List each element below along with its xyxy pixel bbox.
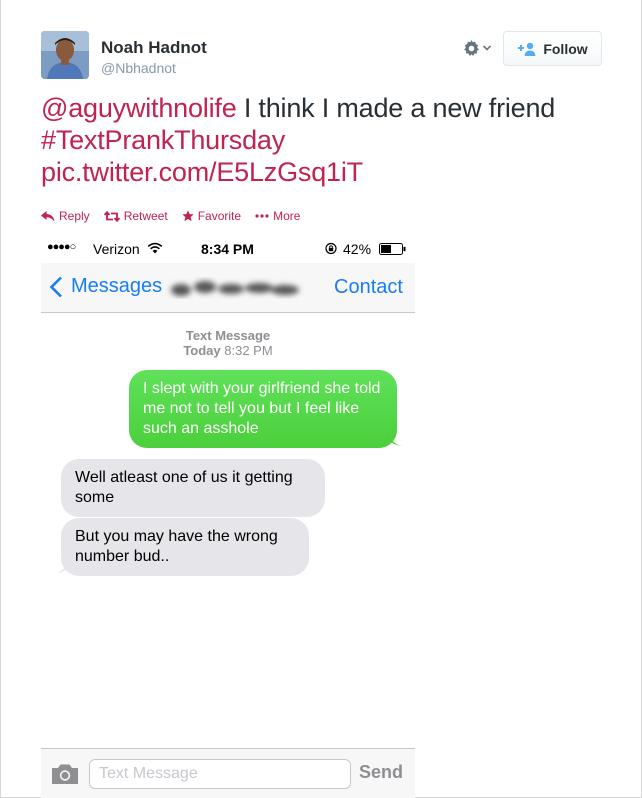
blurred-contact-name: [165, 277, 305, 299]
retweet-icon: [103, 210, 120, 222]
day-label: Today: [183, 343, 221, 358]
attached-screenshot[interactable]: ●●●●○ Verizon 8:34 PM 42% Messages Conta…: [41, 235, 415, 798]
chevron-left-icon: [49, 276, 62, 297]
follow-button[interactable]: Follow: [503, 31, 602, 66]
reply-icon: [41, 210, 55, 221]
battery-percent: 42%: [343, 241, 372, 257]
more-label: More: [273, 209, 301, 223]
ios-status-bar: ●●●●○ Verizon 8:34 PM 42%: [41, 235, 415, 263]
signal-strength-icon: ●●●●○: [47, 241, 76, 253]
reply-label: Reply: [59, 209, 90, 223]
favorite-action[interactable]: Favorite: [182, 209, 241, 223]
hashtag-link[interactable]: #TextPrankThursday: [41, 125, 285, 155]
contact-button[interactable]: Contact: [334, 276, 403, 299]
messages-nav-bar: Messages Contact: [41, 263, 415, 313]
back-label: Messages: [71, 275, 163, 297]
pic-link[interactable]: pic.twitter.com/E5LzGsq1iT: [41, 157, 363, 187]
outgoing-message-bubble[interactable]: I slept with your girlfriend she told me…: [129, 370, 397, 448]
gear-icon: [464, 39, 479, 56]
message-timestamp: Today 8:32 PM: [41, 343, 415, 358]
add-user-icon: [518, 42, 536, 56]
display-name[interactable]: Noah Hadnot: [101, 38, 207, 58]
camera-icon[interactable]: [51, 763, 79, 785]
battery-icon: [379, 243, 406, 255]
tweet-card: Noah Hadnot @Nbhadnot Follow @aguywithno…: [0, 0, 642, 798]
avatar-image: [41, 31, 89, 79]
screen-name[interactable]: @Nbhadnot: [101, 60, 176, 76]
wifi-icon: [147, 242, 163, 254]
incoming-bubble-tail: [54, 557, 69, 574]
conversation-header: Text Message Today 8:32 PM: [41, 328, 415, 358]
avatar[interactable]: [41, 31, 89, 79]
star-icon: [182, 210, 194, 222]
mention-link[interactable]: @aguywithnolife: [41, 93, 237, 123]
more-dots-icon: [255, 214, 269, 218]
user-actions-dropdown[interactable]: [463, 37, 499, 59]
time-label: 8:32 PM: [224, 343, 273, 358]
carrier-name: Verizon: [93, 241, 140, 257]
message-input[interactable]: Text Message: [89, 759, 351, 789]
incoming-message-bubble[interactable]: Well atleast one of us it getting some: [61, 459, 325, 517]
incoming-message-bubble[interactable]: But you may have the wrong number bud..: [61, 518, 309, 576]
send-button[interactable]: Send: [359, 762, 403, 783]
reply-action[interactable]: Reply: [41, 209, 90, 223]
more-action[interactable]: More: [255, 209, 300, 223]
favorite-label: Favorite: [197, 209, 242, 223]
retweet-action[interactable]: Retweet: [103, 209, 168, 223]
retweet-label: Retweet: [123, 209, 168, 223]
back-button[interactable]: Messages: [49, 275, 162, 298]
tweet-actions: Reply Retweet Favorite More: [41, 209, 300, 223]
outgoing-bubble-tail: [387, 429, 402, 446]
rotation-lock-icon: [325, 242, 337, 255]
compose-bar: Text Message Send: [41, 748, 415, 798]
clock-time: 8:34 PM: [201, 241, 254, 257]
tweet-text: @aguywithnolife I think I made a new fri…: [41, 92, 601, 188]
follow-label: Follow: [543, 40, 588, 57]
tweet-body: I think I made a new friend: [236, 93, 556, 123]
chevron-down-icon: [483, 45, 491, 51]
message-type-label: Text Message: [185, 328, 271, 343]
